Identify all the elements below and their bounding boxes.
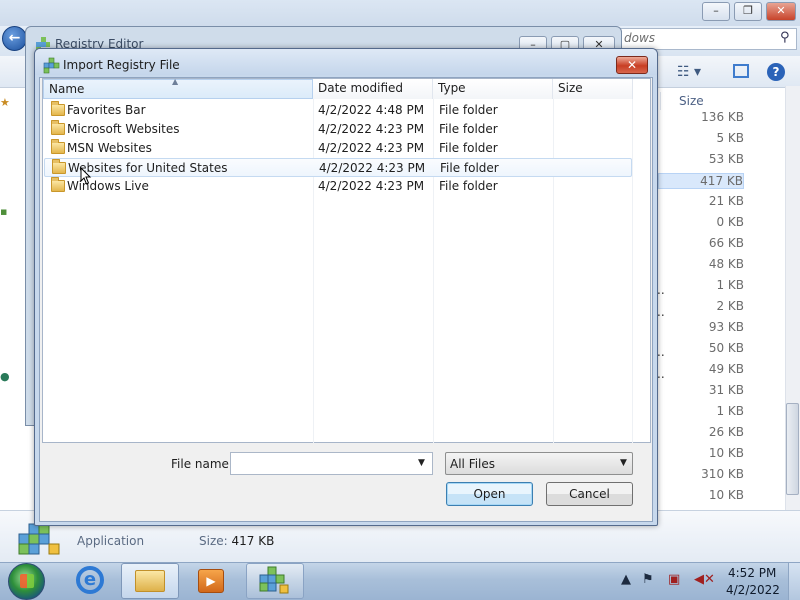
windows-explorer-icon bbox=[135, 570, 165, 592]
partial-item-icon: ● bbox=[0, 370, 10, 383]
file-name-dropdown-arrow-icon[interactable]: ▼ bbox=[418, 458, 425, 468]
details-file-type: Application bbox=[77, 534, 145, 548]
file-type: File folder bbox=[439, 103, 498, 117]
dialog-close-button[interactable]: ✕ bbox=[616, 56, 648, 74]
start-button[interactable] bbox=[8, 563, 45, 600]
internet-explorer-icon[interactable]: e bbox=[76, 566, 104, 594]
file-type: File folder bbox=[439, 122, 498, 136]
file-list-row[interactable]: Windows Live 4/2/2022 4:23 PM File folder bbox=[44, 177, 632, 196]
registry-editor-icon bbox=[18, 523, 60, 555]
file-size-cell: 136 KB bbox=[701, 110, 744, 124]
sort-ascending-icon: ▲ bbox=[172, 77, 179, 86]
show-hidden-icons-icon[interactable]: ▲ bbox=[621, 572, 631, 587]
registry-editor-icon bbox=[259, 566, 289, 594]
file-name: Favorites Bar bbox=[67, 103, 146, 117]
mouse-pointer-icon bbox=[80, 167, 92, 185]
clock-time[interactable]: 4:52 PM bbox=[728, 566, 776, 580]
file-type: File folder bbox=[439, 141, 498, 155]
file-size-cell: 310 KB bbox=[701, 467, 744, 481]
size-header-label: Size bbox=[679, 94, 704, 108]
file-size-cell: 1 KB bbox=[716, 278, 744, 292]
truncated-text: .. bbox=[657, 305, 665, 319]
file-type-select[interactable]: All Files bbox=[445, 452, 633, 475]
search-placeholder: dows bbox=[624, 31, 656, 45]
explorer-maximize-button[interactable]: ❐ bbox=[734, 2, 762, 21]
column-header-date-modified[interactable]: Date modified bbox=[313, 79, 433, 99]
file-name-label: File name: bbox=[171, 457, 233, 471]
truncated-text: .. bbox=[657, 283, 665, 297]
open-button[interactable]: Open bbox=[446, 482, 533, 506]
clock-date[interactable]: 4/2/2022 bbox=[726, 583, 780, 597]
file-size-cell: 66 KB bbox=[708, 236, 744, 250]
file-date-modified: 4/2/2022 4:48 PM bbox=[318, 103, 425, 117]
file-list-row[interactable]: MSN Websites 4/2/2022 4:23 PM File folder bbox=[44, 139, 632, 158]
file-size-cell: 1 KB bbox=[716, 404, 744, 418]
file-size-cell: 26 KB bbox=[708, 425, 744, 439]
details-size: Size: 417 KB bbox=[199, 534, 274, 548]
file-size-cell: 0 KB bbox=[716, 215, 744, 229]
media-player-icon[interactable]: ▶ bbox=[198, 569, 224, 593]
file-size-cell: 31 KB bbox=[708, 383, 744, 397]
column-header-type[interactable]: Type bbox=[433, 79, 553, 99]
folder-icon bbox=[51, 101, 65, 116]
file-size-cell: 48 KB bbox=[708, 257, 744, 271]
size-column-header[interactable]: Size bbox=[660, 92, 790, 110]
file-size-cell: 417 KB bbox=[658, 173, 744, 189]
volume-muted-icon[interactable]: ◀✕ bbox=[694, 572, 715, 587]
file-size-cell: 93 KB bbox=[708, 320, 744, 334]
cancel-button[interactable]: Cancel bbox=[546, 482, 633, 506]
search-icon[interactable]: ⚲ bbox=[780, 30, 790, 45]
file-name: Microsoft Websites bbox=[67, 122, 180, 136]
file-type: File folder bbox=[440, 161, 499, 175]
truncated-text: .. bbox=[657, 367, 665, 381]
file-date-modified: 4/2/2022 4:23 PM bbox=[318, 141, 425, 155]
file-size-cell: 50 KB bbox=[708, 341, 744, 355]
folder-icon bbox=[52, 159, 66, 174]
file-size-cell: 21 KB bbox=[708, 194, 744, 208]
network-disconnected-icon[interactable]: ▣ bbox=[668, 572, 680, 587]
back-arrow-icon[interactable]: ← bbox=[2, 26, 27, 51]
show-desktop-button[interactable] bbox=[788, 563, 800, 600]
file-type: File folder bbox=[439, 179, 498, 193]
file-name: MSN Websites bbox=[67, 141, 152, 155]
preview-pane-icon[interactable] bbox=[733, 64, 749, 78]
file-type-selected: All Files bbox=[450, 457, 496, 471]
file-size-cell: 53 KB bbox=[708, 152, 744, 166]
file-size-cell: 5 KB bbox=[716, 131, 744, 145]
folder-icon bbox=[51, 177, 65, 192]
file-type-dropdown-arrow-icon[interactable]: ▼ bbox=[620, 458, 627, 468]
column-header-size[interactable]: Size bbox=[553, 79, 633, 99]
file-size-cell: 10 KB bbox=[708, 446, 744, 460]
file-date-modified: 4/2/2022 4:23 PM bbox=[319, 161, 426, 175]
file-size-cell: 49 KB bbox=[708, 362, 744, 376]
views-icon[interactable]: ☷ ▾ bbox=[677, 64, 701, 80]
details-size-value: 417 KB bbox=[231, 534, 275, 548]
truncated-text: .. bbox=[657, 345, 665, 359]
explorer-close-button[interactable]: ✕ bbox=[766, 2, 796, 21]
registry-import-icon bbox=[43, 57, 60, 74]
partial-item-icon: ★ bbox=[0, 96, 10, 109]
folder-icon bbox=[51, 139, 65, 154]
file-list-row[interactable]: Websites for United States 4/2/2022 4:23 … bbox=[44, 158, 632, 177]
file-date-modified: 4/2/2022 4:23 PM bbox=[318, 179, 425, 193]
dialog-title: Import Registry File bbox=[63, 58, 180, 72]
explorer-titlebar bbox=[0, 0, 800, 26]
file-name-input[interactable] bbox=[230, 452, 433, 475]
partial-item-icon: ▪ bbox=[0, 205, 8, 218]
explorer-minimize-button[interactable]: – bbox=[702, 2, 730, 21]
scrollbar-thumb[interactable] bbox=[786, 403, 799, 495]
folder-icon bbox=[51, 120, 65, 135]
help-icon[interactable]: ? bbox=[767, 63, 785, 81]
file-date-modified: 4/2/2022 4:23 PM bbox=[318, 122, 425, 136]
file-size-cell: 10 KB bbox=[708, 488, 744, 502]
column-divider bbox=[632, 99, 633, 443]
details-size-label: Size: bbox=[199, 534, 228, 548]
file-list-row[interactable]: Favorites Bar 4/2/2022 4:48 PM File folder bbox=[44, 101, 632, 120]
file-size-cell: 2 KB bbox=[716, 299, 744, 313]
file-list-row[interactable]: Microsoft Websites 4/2/2022 4:23 PM File f… bbox=[44, 120, 632, 139]
action-center-flag-icon[interactable]: ⚑ bbox=[642, 572, 654, 587]
